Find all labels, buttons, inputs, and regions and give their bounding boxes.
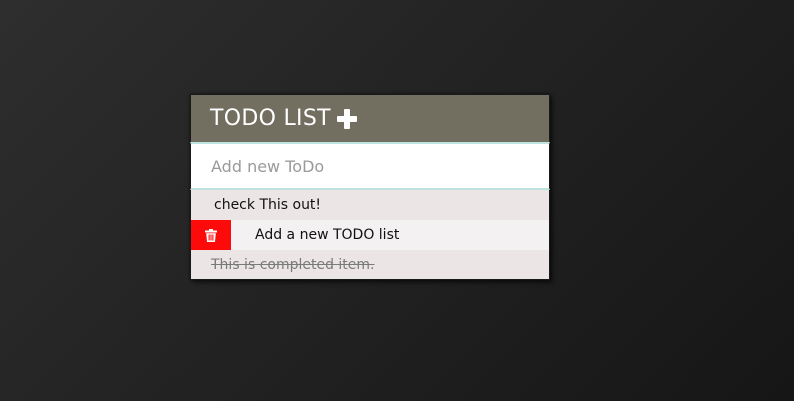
todo-item-text: check This out! [214, 197, 322, 213]
todo-item-text: Add a new TODO list [255, 227, 400, 243]
todo-item[interactable]: Add a new TODO list [190, 220, 550, 250]
new-todo-input-wrapper [190, 142, 550, 190]
todo-header: TODO LIST [190, 94, 550, 142]
todo-item-text: This is completed item. [211, 256, 375, 273]
todo-list: check This out! Add a new TODO list This… [190, 190, 550, 280]
todo-item[interactable]: check This out! [190, 190, 550, 220]
todo-item-completed[interactable]: This is completed item. [190, 250, 550, 280]
new-todo-input[interactable] [191, 144, 549, 188]
plus-icon[interactable] [336, 108, 357, 129]
trash-icon [205, 228, 217, 242]
todo-card: TODO LIST check This out! Add a new TODO… [190, 94, 550, 280]
delete-button[interactable] [191, 220, 231, 250]
page-title: TODO LIST [210, 106, 331, 131]
